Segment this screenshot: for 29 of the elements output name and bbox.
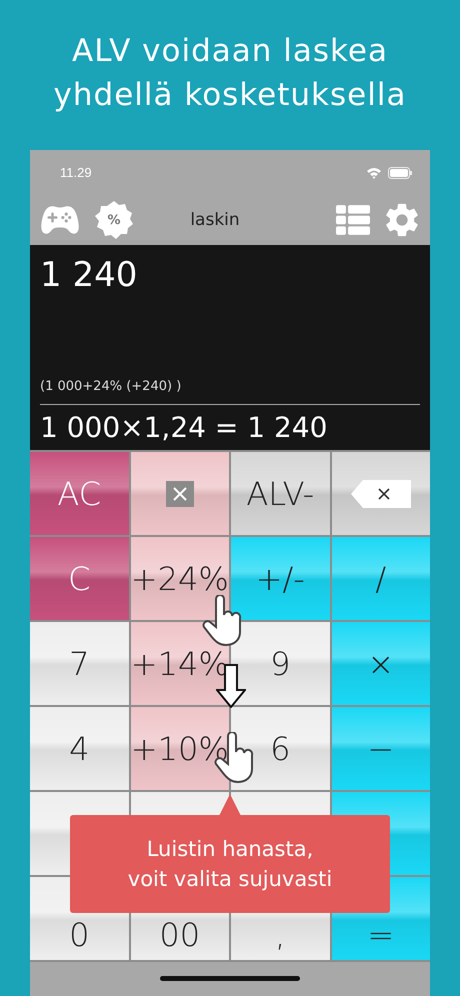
keypad-key[interactable]: 4 — [30, 707, 128, 790]
result-display: 1 240 — [40, 255, 138, 297]
keypad-key[interactable]: − — [332, 707, 430, 790]
close-icon — [166, 480, 194, 506]
app-title: laskin — [189, 210, 241, 230]
keypad-key[interactable]: +24% — [130, 537, 229, 620]
backspace-icon — [350, 480, 411, 508]
percent-badge-icon[interactable]: % — [94, 200, 134, 240]
keypad-key[interactable]: 9 — [231, 622, 330, 705]
keypad-key[interactable] — [332, 452, 430, 535]
keypad-key[interactable]: C — [30, 537, 128, 620]
settings-icon[interactable] — [384, 202, 420, 238]
keypad-key[interactable]: +14% — [130, 622, 229, 705]
equation-display: 1 000×1,24 = 1 240 — [40, 411, 328, 444]
headline-text: yhdellä kosketuksella — [54, 76, 406, 115]
keypad-key[interactable] — [130, 452, 229, 535]
wifi-icon — [366, 166, 382, 178]
calculation-detail: (1 000+24% (+240) ) — [40, 379, 182, 396]
keypad-key[interactable]: 7 — [30, 622, 128, 705]
keypad-key[interactable]: ALV- — [231, 452, 330, 535]
keypad-key[interactable]: +10% — [130, 707, 229, 790]
battery-icon — [388, 166, 412, 178]
list-icon[interactable] — [336, 203, 370, 237]
headline-text: ALV voidaan laskea — [72, 32, 388, 71]
keypad-key[interactable]: +/- — [231, 537, 330, 620]
keypad-key[interactable]: AC — [30, 452, 128, 535]
status-time: 11.29 — [60, 165, 92, 180]
keypad-key[interactable]: / — [332, 537, 430, 620]
keypad-key[interactable]: × — [332, 622, 430, 705]
